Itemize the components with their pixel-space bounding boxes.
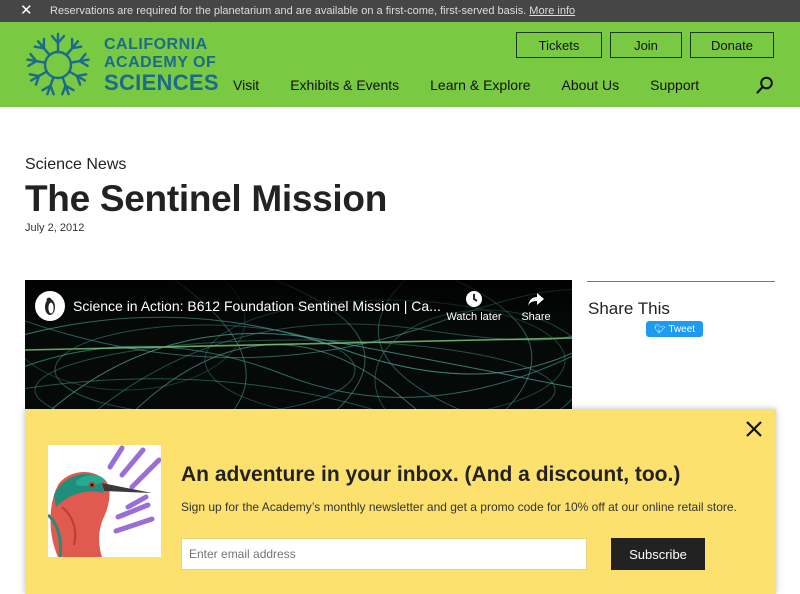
subscribe-button[interactable]: Subscribe xyxy=(611,538,705,570)
alert-bar: ✕ Reservations are required for the plan… xyxy=(0,0,800,22)
twitter-bird-icon: 🐦︎ xyxy=(653,323,666,334)
nav-item-about-us[interactable]: About Us xyxy=(562,77,620,93)
newsletter-description: Sign up for the Academy’s monthly newsle… xyxy=(181,500,737,514)
nav-item-visit[interactable]: Visit xyxy=(233,77,259,93)
more-info-link[interactable]: More info xyxy=(529,5,575,17)
channel-avatar[interactable] xyxy=(35,291,65,321)
nav-item-exhibits-events[interactable]: Exhibits & Events xyxy=(290,77,399,93)
tickets-button[interactable]: Tickets xyxy=(516,32,602,58)
top-buttons: Tickets Join Donate xyxy=(516,32,774,58)
video-player[interactable]: Science in Action: B612 Foundation Senti… xyxy=(25,280,572,415)
logo-line-3: SCIENCES xyxy=(104,69,219,95)
publish-date: July 2, 2012 xyxy=(25,222,85,234)
nav-item-learn-explore[interactable]: Learn & Explore xyxy=(430,77,530,93)
tweet-label: Tweet xyxy=(668,323,696,335)
newsletter-popup: An adventure in your inbox. (And a disco… xyxy=(25,409,776,594)
search-icon[interactable] xyxy=(756,76,774,94)
logo-wordmark: CALIFORNIA ACADEMY OF SCIENCES xyxy=(104,35,219,95)
section-label[interactable]: Science News xyxy=(25,156,126,174)
logo[interactable]: CALIFORNIA ACADEMY OF SCIENCES xyxy=(24,31,219,99)
watch-later-button[interactable]: Watch later xyxy=(444,290,504,323)
academy-snowflake-icon xyxy=(25,32,91,98)
nav-item-support[interactable]: Support xyxy=(650,77,699,93)
penguin-icon xyxy=(45,297,55,315)
watch-later-label: Watch later xyxy=(446,311,502,323)
share-video-button[interactable]: Share xyxy=(506,290,566,323)
donate-button[interactable]: Donate xyxy=(690,32,774,58)
share-heading: Share This xyxy=(588,299,670,318)
newsletter-title: An adventure in your inbox. (And a disco… xyxy=(181,463,681,486)
logo-line-2: ACADEMY OF xyxy=(104,53,217,71)
share-divider xyxy=(587,281,775,282)
share-arrow-icon xyxy=(528,293,544,306)
alert-message: Reservations are required for the planet… xyxy=(50,5,527,17)
clock-icon xyxy=(466,291,482,307)
share-video-label: Share xyxy=(521,311,551,323)
close-alert-icon[interactable]: ✕ xyxy=(20,0,42,22)
logo-line-1: CALIFORNIA xyxy=(104,35,208,53)
video-title[interactable]: Science in Action: B612 Foundation Senti… xyxy=(73,298,443,314)
email-input[interactable] xyxy=(181,538,587,570)
join-button[interactable]: Join xyxy=(610,32,682,58)
tweet-button[interactable]: 🐦︎ Tweet xyxy=(646,321,703,337)
site-header: CALIFORNIA ACADEMY OF SCIENCES Tickets J… xyxy=(0,22,800,107)
close-popup-icon[interactable] xyxy=(744,419,764,439)
main-nav: Visit Exhibits & Events Learn & Explore … xyxy=(233,77,730,93)
bird-illustration xyxy=(48,445,161,557)
page-title: The Sentinel Mission xyxy=(25,178,387,219)
